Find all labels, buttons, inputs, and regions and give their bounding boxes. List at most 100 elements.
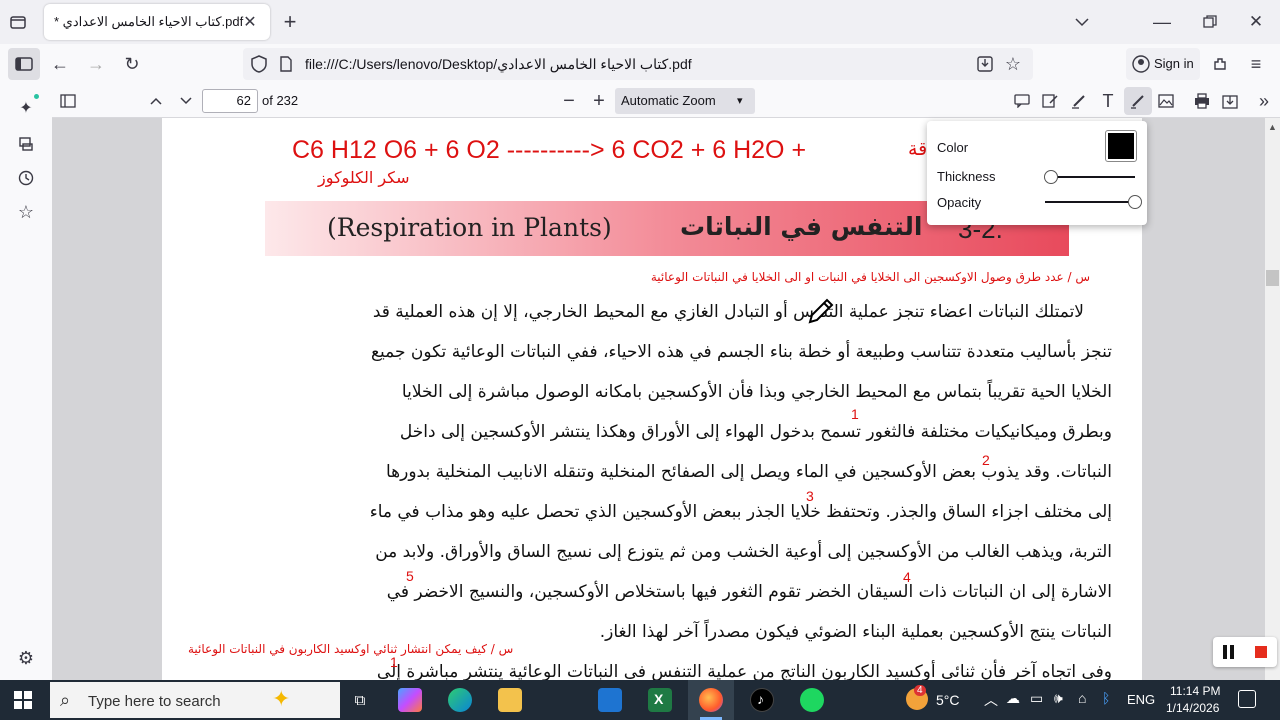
extensions-icon[interactable] xyxy=(1210,54,1230,74)
file-icon xyxy=(276,54,296,74)
save-to-disk-icon[interactable] xyxy=(975,54,995,74)
restore-icon[interactable] xyxy=(1200,12,1220,32)
draw-settings-popup: Color Thickness Opacity xyxy=(927,121,1147,225)
outlook-icon[interactable] xyxy=(598,688,622,712)
clock-date[interactable]: 1/14/2026 xyxy=(1166,701,1219,715)
color-picker-button[interactable] xyxy=(1105,130,1137,162)
synced-tabs-icon[interactable] xyxy=(16,134,36,154)
back-icon[interactable]: ← xyxy=(50,54,70,74)
signature-icon[interactable] xyxy=(1040,91,1060,111)
zoom-out-icon[interactable]: − xyxy=(559,90,579,112)
copilot-icon[interactable] xyxy=(398,688,422,712)
sign-in-button[interactable]: Sign in xyxy=(1126,48,1200,80)
account-icon xyxy=(1132,55,1150,73)
clock-time[interactable]: 11:14 PM xyxy=(1170,684,1220,698)
active-tab[interactable]: * كتاب الاحياء الخامس الاعدادي.pdf ✕ xyxy=(44,4,270,40)
pause-icon[interactable] xyxy=(1223,645,1227,659)
previous-page-icon[interactable] xyxy=(146,91,166,111)
spotify-icon[interactable] xyxy=(800,688,824,712)
body-line-5: النباتات. وقد يذوب بعض الأوكسجين في الما… xyxy=(385,462,1112,482)
weather-badge: 4 xyxy=(914,685,926,696)
color-swatch xyxy=(1108,133,1134,159)
print-icon[interactable] xyxy=(1192,91,1212,111)
ai-chatbot-icon[interactable]: ✦ xyxy=(16,98,36,118)
thickness-slider-thumb[interactable] xyxy=(1044,170,1058,184)
edge-icon[interactable] xyxy=(448,688,472,712)
shield-icon[interactable] xyxy=(249,54,269,74)
pause-icon-bar xyxy=(1230,645,1234,659)
sidebar-toggle-icon[interactable] xyxy=(8,48,40,80)
thickness-slider[interactable] xyxy=(1044,170,1135,184)
firefox-icon xyxy=(699,688,723,712)
tiktok-icon[interactable]: ♪ xyxy=(750,688,774,712)
windows-start-icon[interactable] xyxy=(12,689,34,711)
history-icon[interactable] xyxy=(16,168,36,188)
tools-menu-icon[interactable]: » xyxy=(1254,91,1274,111)
forward-icon[interactable]: → xyxy=(86,54,106,74)
language-indicator[interactable]: ENG xyxy=(1127,692,1155,707)
battery-icon[interactable]: ▭ xyxy=(1030,690,1043,707)
opacity-slider-thumb[interactable] xyxy=(1128,195,1142,209)
bluetooth-icon[interactable]: ᛒ xyxy=(1102,690,1110,706)
bookmark-star-icon[interactable]: ☆ xyxy=(1003,54,1023,74)
excel-letter: X xyxy=(654,691,664,707)
heading-english: (Respiration in Plants) xyxy=(327,213,612,242)
reload-icon[interactable]: ↻ xyxy=(122,54,142,74)
zoom-select[interactable]: Automatic Zoom ▾ xyxy=(615,88,755,114)
recording-controls xyxy=(1213,637,1277,667)
network-icon[interactable]: ⌂ xyxy=(1078,690,1086,706)
pencil-cursor-icon xyxy=(806,296,836,326)
firefox-taskbar-button[interactable] xyxy=(688,680,734,720)
close-window-icon[interactable]: ✕ xyxy=(1246,12,1266,32)
stop-icon[interactable] xyxy=(1255,646,1267,658)
minimize-icon[interactable]: — xyxy=(1152,12,1172,32)
text-icon[interactable]: T xyxy=(1098,91,1118,111)
tab-list-icon[interactable] xyxy=(8,12,28,32)
annotation-number: 1 xyxy=(390,654,398,670)
url-text: file:///C:/Users/lenovo/Desktop/كتاب الا… xyxy=(305,56,692,72)
glucose-label: سكر الكلوكوز xyxy=(318,168,410,187)
notifications-icon[interactable] xyxy=(1238,690,1256,708)
file-explorer-icon[interactable] xyxy=(498,688,522,712)
excel-icon[interactable]: X xyxy=(648,688,672,712)
image-icon[interactable] xyxy=(1156,91,1176,111)
scroll-up-icon[interactable]: ▲ xyxy=(1268,122,1277,132)
menu-icon[interactable]: ≡ xyxy=(1246,54,1266,74)
page-number-input[interactable]: 62 xyxy=(202,89,258,113)
opacity-slider[interactable] xyxy=(1045,195,1142,209)
vertical-scrollbar[interactable]: ▲ xyxy=(1265,118,1280,680)
list-all-tabs-icon[interactable] xyxy=(1072,12,1092,32)
taskbar: ⌕ Type here to search ✦ ⧉ X ♪ 4 5°C ︿ ☁ … xyxy=(0,680,1280,720)
show-hidden-icons[interactable]: ︿ xyxy=(984,690,998,710)
sign-in-label: Sign in xyxy=(1154,56,1194,71)
thickness-label: Thickness xyxy=(937,169,996,184)
new-tab-icon[interactable]: + xyxy=(280,9,300,34)
scrollbar-thumb[interactable] xyxy=(1266,270,1279,286)
draw-icon[interactable] xyxy=(1124,87,1152,115)
zoom-in-icon[interactable]: + xyxy=(589,90,609,112)
settings-gear-icon[interactable]: ⚙ xyxy=(16,648,36,668)
body-line-4: وبطرق وميكانيكيات مختلفة فالثغور تسمح بد… xyxy=(399,422,1112,442)
tiktok-note: ♪ xyxy=(757,691,764,707)
url-bar[interactable]: file:///C:/Users/lenovo/Desktop/كتاب الا… xyxy=(243,48,1033,80)
close-tab-icon[interactable]: ✕ xyxy=(240,12,260,32)
taskbar-search[interactable]: ⌕ Type here to search ✦ xyxy=(50,682,340,718)
body-line-8: الاشارة إلى ان النباتات ذات السيقان الخض… xyxy=(386,582,1112,602)
volume-icon[interactable]: 🕪 xyxy=(1054,690,1063,707)
next-page-icon[interactable] xyxy=(176,91,196,111)
sidebar: ✦ ☆ ⚙ xyxy=(0,84,52,680)
body-line-2: تنجز بأساليب متعددة تتناسب وطبيعة أو خطة… xyxy=(370,342,1112,362)
comment-icon[interactable] xyxy=(1012,91,1032,111)
onedrive-icon[interactable]: ☁ xyxy=(1006,690,1020,707)
annotation-number: 5 xyxy=(406,568,414,584)
download-icon[interactable] xyxy=(1220,91,1240,111)
tab-bar: * كتاب الاحياء الخامس الاعدادي.pdf ✕ + —… xyxy=(0,0,1280,44)
tab-title: * كتاب الاحياء الخامس الاعدادي.pdf xyxy=(54,14,244,29)
bookmarks-icon[interactable]: ☆ xyxy=(16,202,36,222)
task-view-icon[interactable]: ⧉ xyxy=(350,690,370,710)
highlight-icon[interactable] xyxy=(1069,91,1089,111)
opacity-label: Opacity xyxy=(937,195,982,210)
toggle-outline-icon[interactable] xyxy=(58,91,78,111)
question-two: س / كيف يمكن انتشار ثنائي اوكسيد الكاربو… xyxy=(188,642,514,656)
question-one: س / عدد طرق وصول الاوكسجين الى الخلايا ف… xyxy=(650,270,1090,284)
